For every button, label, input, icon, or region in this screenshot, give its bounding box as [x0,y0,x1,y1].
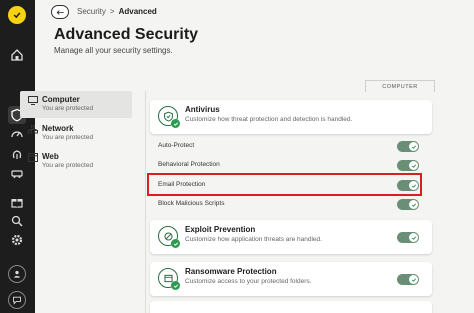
page-title: Advanced Security [54,26,199,43]
browser-icon [28,153,38,162]
network-icon [28,125,38,134]
chat-icon[interactable] [8,291,26,309]
setting-label: Auto-Protect [158,142,195,149]
ransomware-protection-title: Ransomware Protection [185,267,277,276]
antivirus-shield-icon [158,106,180,128]
antivirus-description: Customize how threat protection and dete… [185,116,353,123]
check-icon [171,239,180,248]
exploit-prevention-toggle[interactable] [397,232,419,243]
category-web[interactable]: Web You are protected [20,148,132,175]
back-button[interactable] [51,5,69,19]
gift-icon[interactable] [8,193,26,211]
ransomware-protection-card[interactable]: Ransomware Protection Customize access t… [150,262,432,296]
setting-block-malicious-scripts: Block Malicious Scripts [150,197,432,211]
ransomware-protection-icon [158,268,180,290]
panel-tab-computer: COMPUTER [365,80,435,92]
check-icon [409,142,418,151]
antivirus-title: Antivirus [185,105,220,114]
check-icon [171,281,180,290]
next-feature-card[interactable] [150,301,432,313]
breadcrumb: Security > Advanced [77,7,157,16]
auto-protect-toggle[interactable] [397,141,419,152]
category-status: You are protected [42,162,94,169]
check-icon [171,119,180,128]
breadcrumb-security[interactable]: Security [77,7,106,16]
category-status: You are protected [42,105,94,112]
category-network[interactable]: Network You are protected [20,120,132,147]
breadcrumb-current: Advanced [118,7,157,16]
category-computer[interactable]: Computer You are protected [20,91,132,118]
setting-auto-protect: Auto-Protect [150,139,432,153]
setting-behavioral-protection: Behavioral Protection [150,158,432,172]
page-subtitle: Manage all your security settings. [54,46,173,55]
exploit-prevention-icon [158,226,180,248]
breadcrumb-separator: > [109,7,115,16]
category-name: Web [42,152,59,161]
setting-label: Behavioral Protection [158,161,220,168]
check-icon [409,275,418,284]
settings-icon[interactable] [8,231,26,249]
ransomware-protection-description: Customize access to your protected folde… [185,278,312,285]
ransomware-protection-toggle[interactable] [397,274,419,285]
antivirus-card[interactable]: Antivirus Customize how threat protectio… [150,100,432,134]
arrow-left-icon [56,9,64,15]
check-icon [409,200,418,209]
exploit-prevention-title: Exploit Prevention [185,225,256,234]
app-logo [8,6,26,24]
block-malicious-scripts-toggle[interactable] [397,199,419,210]
category-name: Computer [42,95,80,104]
category-name: Network [42,124,74,133]
exploit-prevention-description: Customize how application threats are ha… [185,236,322,243]
search-icon[interactable] [8,212,26,230]
email-protection-highlight [147,173,422,196]
behavioral-protection-toggle[interactable] [397,160,419,171]
account-icon[interactable] [8,265,26,283]
check-icon [409,233,418,242]
setting-label: Block Malicious Scripts [158,200,225,207]
home-icon[interactable] [8,46,26,64]
category-status: You are protected [42,134,94,141]
exploit-prevention-card[interactable]: Exploit Prevention Customize how applica… [150,220,432,254]
check-icon [409,161,418,170]
computer-icon [28,96,38,105]
